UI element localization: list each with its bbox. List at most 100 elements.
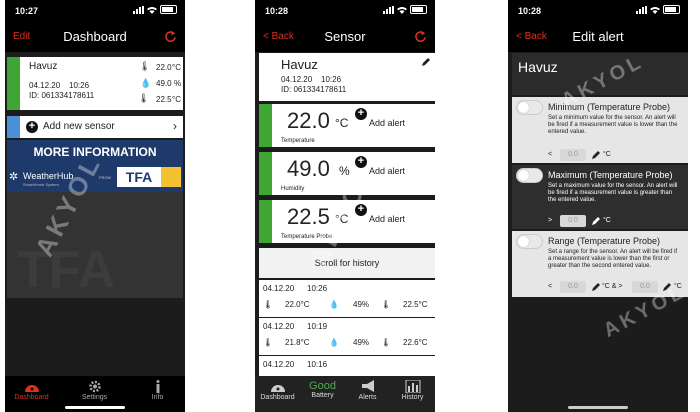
pencil-icon[interactable] — [421, 57, 431, 67]
history-date: 04.12.20 — [263, 322, 295, 331]
signal-icon — [133, 5, 144, 14]
status-time: 10:27 — [15, 6, 39, 16]
add-sensor-label: Add new sensor — [43, 121, 115, 132]
probe-unit: °C — [335, 212, 349, 226]
history-humidity: 49% — [353, 338, 370, 347]
maximum-unit: °C — [603, 217, 611, 224]
probe-icon: 🌡 — [381, 300, 392, 309]
status-bar: 10:28 — [508, 0, 688, 22]
home-indicator — [65, 406, 125, 409]
tab-history[interactable]: History — [390, 380, 435, 401]
temp-value: 22.0 — [156, 63, 172, 72]
sensor-time: 10:26 — [69, 81, 90, 90]
probe-icon: 🌡 — [138, 93, 150, 103]
humidity-value: 49.0 — [287, 156, 330, 181]
pencil-icon — [663, 283, 671, 291]
page-title: Dashboard — [63, 29, 127, 44]
temperature-unit: °C — [335, 116, 349, 130]
tab-battery-label: Battery — [311, 392, 334, 399]
tab-info-label: Info — [151, 394, 164, 401]
tab-dashboard[interactable]: Dashboard — [9, 380, 54, 401]
add-alert-icon[interactable]: + — [355, 108, 367, 120]
history-date: 04.12.20 — [263, 360, 295, 369]
history-row: 04.12.20 10:19 🌡 21.8°C 💧 49% 🌡 22.6°C — [259, 318, 435, 355]
tab-info[interactable]: Info — [135, 380, 180, 401]
scroll-for-history[interactable]: Scroll for history — [259, 248, 435, 278]
banner-image: TFA — [7, 192, 183, 299]
banner-title: MORE INFORMATION — [33, 145, 157, 159]
maximum-input[interactable]: 0.0 — [560, 215, 586, 227]
add-alert-label[interactable]: Add alert — [369, 166, 405, 176]
range-max-input[interactable]: 0.0 — [632, 281, 658, 293]
chevron-right-icon: › — [173, 119, 177, 133]
status-indicator — [259, 200, 272, 243]
humidity-card[interactable]: 49.0 % + Add alert Humidity — [259, 152, 435, 195]
nav-bar: < Back Edit alert — [508, 22, 688, 52]
status-bar: 10:28 — [255, 0, 435, 22]
tab-dashboard-label: Dashboard — [14, 394, 49, 401]
refresh-icon[interactable] — [164, 30, 177, 43]
status-time: 10:28 — [518, 6, 542, 16]
add-alert-label[interactable]: Add alert — [369, 214, 405, 224]
sensor-id: ID: 061334178611 — [29, 91, 95, 100]
temperature-card[interactable]: 22.0 °C + Add alert Temperature — [259, 104, 435, 147]
maximum-toggle[interactable] — [516, 168, 543, 183]
page-title: Sensor — [324, 29, 366, 44]
add-alert-label[interactable]: Add alert — [369, 118, 405, 128]
megaphone-icon — [361, 380, 374, 392]
tab-settings[interactable]: Settings — [72, 380, 117, 401]
history-temp: 22.0°C — [285, 300, 310, 309]
history-humidity: 49% — [353, 300, 370, 309]
alert-minimum: Minimum (Temperature Probe) Set a minimu… — [512, 97, 688, 163]
tab-alerts[interactable]: Alerts — [345, 380, 390, 401]
temperature-label: Temperature — [281, 138, 315, 144]
range-min-input[interactable]: 0.0 — [560, 281, 586, 293]
probe-unit: °C — [172, 95, 181, 104]
drop-icon: 💧 — [329, 300, 339, 309]
alert-range: Range (Temperature Probe) Set a range fo… — [512, 231, 688, 297]
add-sensor-button[interactable]: + Add new sensor › — [7, 116, 183, 138]
range-toggle[interactable] — [516, 234, 543, 249]
temp-unit: °C — [172, 63, 181, 72]
weatherhub-icon: ✲ — [9, 171, 19, 183]
status-time: 10:28 — [265, 6, 289, 16]
signal-icon — [383, 5, 394, 14]
probe-value: 22.5 — [287, 204, 330, 229]
tab-alerts-label: Alerts — [358, 394, 377, 401]
sensor-card[interactable]: Havuz 04.12.20 10:26 ID: 061334178611 🌡 … — [7, 57, 183, 110]
gear-icon — [88, 380, 101, 393]
temperature-value: 22.0 — [287, 108, 330, 133]
status-bar: 10:27 — [5, 0, 185, 22]
info-icon — [156, 380, 159, 393]
add-alert-icon[interactable]: + — [355, 204, 367, 216]
sensor-header: Havuz 04.12.20 10:26 ID: 061334178611 — [259, 53, 435, 101]
banner-from: FROM — [99, 175, 111, 180]
history-date: 04.12.20 — [263, 284, 295, 293]
thermometer-icon: 🌡 — [139, 61, 151, 71]
minimum-desc: Set a minimum value for the sensor. An a… — [548, 115, 678, 135]
probe-card[interactable]: 22.5 °C + Add alert Temperature Probe — [259, 200, 435, 243]
wifi-icon — [650, 6, 660, 14]
wifi-icon — [147, 6, 157, 14]
refresh-icon[interactable] — [414, 30, 427, 43]
pencil-icon — [592, 283, 600, 291]
sensor-date: 04.12.20 — [29, 81, 61, 90]
tab-dashboard[interactable]: Dashboard — [255, 380, 300, 401]
sensor-screen: 10:28 < Back Sensor Havuz 04.12.20 10:26… — [255, 0, 435, 412]
maximum-title: Maximum (Temperature Probe) — [548, 170, 673, 180]
thermometer-icon: 🌡 — [263, 300, 274, 309]
minimum-toggle[interactable] — [516, 100, 543, 115]
humidity-unit: % — [174, 79, 182, 88]
sensor-name: Havuz — [281, 57, 318, 72]
history-probe: 22.5°C — [403, 300, 428, 309]
drop-icon: 💧 — [329, 338, 339, 347]
minimum-input[interactable]: 0.0 — [560, 149, 586, 161]
tab-battery[interactable]: Good Battery — [300, 380, 345, 399]
tab-bar: Dashboard Good Battery Alerts History — [255, 376, 435, 412]
add-alert-icon[interactable]: + — [355, 156, 367, 168]
info-banner[interactable]: MORE INFORMATION ✲ WeatherHub SmartHome … — [7, 140, 183, 192]
battery-icon — [663, 5, 680, 14]
status-indicator — [259, 104, 272, 147]
add-sensor-bar — [7, 116, 20, 138]
humidity-value: 49.0 — [156, 79, 172, 88]
